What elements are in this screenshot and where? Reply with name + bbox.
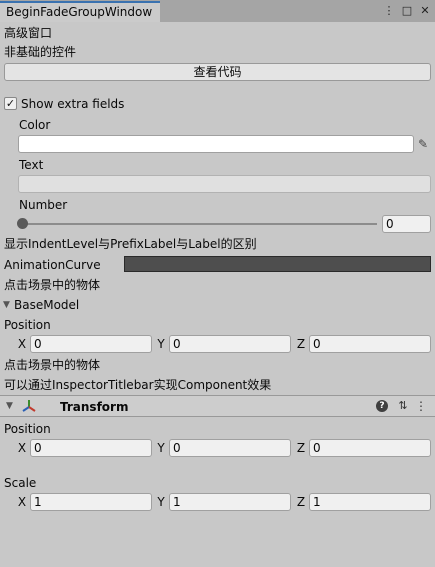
- transform-bottom-divider: [0, 416, 435, 417]
- transform-scale-x-label: X: [17, 495, 27, 509]
- base-model-foldout-label[interactable]: BaseModel: [14, 297, 79, 313]
- view-code-button[interactable]: 查看代码: [4, 63, 431, 81]
- transform-scale-z-input[interactable]: 1: [309, 493, 431, 511]
- number-label: Number: [19, 198, 68, 212]
- animation-curve-field[interactable]: [124, 256, 431, 272]
- indent-info-text: 显示IndentLevel与PrefixLabel与Label的区别: [4, 237, 257, 251]
- transform-position-x-label: X: [17, 441, 27, 455]
- number-input[interactable]: 0: [382, 215, 431, 233]
- transform-position-label: Position: [4, 422, 51, 436]
- number-slider-thumb[interactable]: [17, 218, 28, 229]
- base-model-position-y-input[interactable]: 0: [169, 335, 291, 353]
- base-model-position-x-input[interactable]: 0: [30, 335, 152, 353]
- transform-position-y-input[interactable]: 0: [169, 439, 291, 457]
- heading-advanced-window: 高级窗口: [4, 26, 53, 40]
- click-object-text: 点击场景中的物体: [4, 278, 101, 292]
- transform-scale-z-label: Z: [296, 495, 306, 509]
- transform-title: Transform: [60, 400, 129, 414]
- color-label: Color: [19, 118, 51, 132]
- color-field[interactable]: [18, 135, 414, 153]
- base-model-foldout-icon[interactable]: ▼: [3, 297, 10, 313]
- window-tab-controls: ⋮ □ ✕: [383, 3, 431, 19]
- transform-foldout-icon[interactable]: ▼: [6, 398, 13, 414]
- base-model-position-z-input[interactable]: 0: [309, 335, 431, 353]
- help-icon[interactable]: ?: [376, 400, 388, 412]
- heading-nonbasic-controls: 非基础的控件: [4, 45, 77, 59]
- click-object-text-2: 点击场景中的物体: [4, 358, 101, 372]
- base-model-position-label: Position: [4, 318, 51, 332]
- window-tab[interactable]: BeginFadeGroupWindow: [0, 1, 160, 22]
- base-model-position-x-label: X: [17, 337, 27, 351]
- base-model-position-y-label: Y: [157, 337, 165, 351]
- transform-component-icon: [22, 400, 36, 412]
- transform-scale-x-input[interactable]: 1: [30, 493, 152, 511]
- animation-curve-label: AnimationCurve: [4, 258, 101, 272]
- transform-position-z-input[interactable]: 0: [309, 439, 431, 457]
- show-extra-fields-checkbox[interactable]: ✓: [4, 97, 17, 110]
- transform-position-y-label: Y: [157, 441, 165, 455]
- maximize-icon[interactable]: □: [401, 4, 413, 18]
- preset-icon[interactable]: ⇅: [396, 398, 410, 414]
- transform-scale-y-label: Y: [157, 495, 165, 509]
- text-label: Text: [19, 158, 44, 172]
- window-menu-icon[interactable]: ⋮: [383, 4, 395, 18]
- base-model-position-z-label: Z: [296, 337, 306, 351]
- transform-scale-y-input[interactable]: 1: [169, 493, 291, 511]
- text-input[interactable]: [18, 175, 431, 193]
- inspector-titlebar-info: 可以通过InspectorTitlebar实现Component效果: [4, 378, 272, 392]
- transform-position-z-label: Z: [296, 441, 306, 455]
- number-slider-track[interactable]: [22, 223, 377, 225]
- transform-position-x-input[interactable]: 0: [30, 439, 152, 457]
- eyedropper-icon[interactable]: ✎: [416, 136, 430, 152]
- close-icon[interactable]: ✕: [419, 4, 431, 18]
- transform-scale-label: Scale: [4, 476, 37, 490]
- show-extra-fields-label: Show extra fields: [21, 97, 125, 111]
- component-menu-icon[interactable]: ⋮: [415, 398, 427, 414]
